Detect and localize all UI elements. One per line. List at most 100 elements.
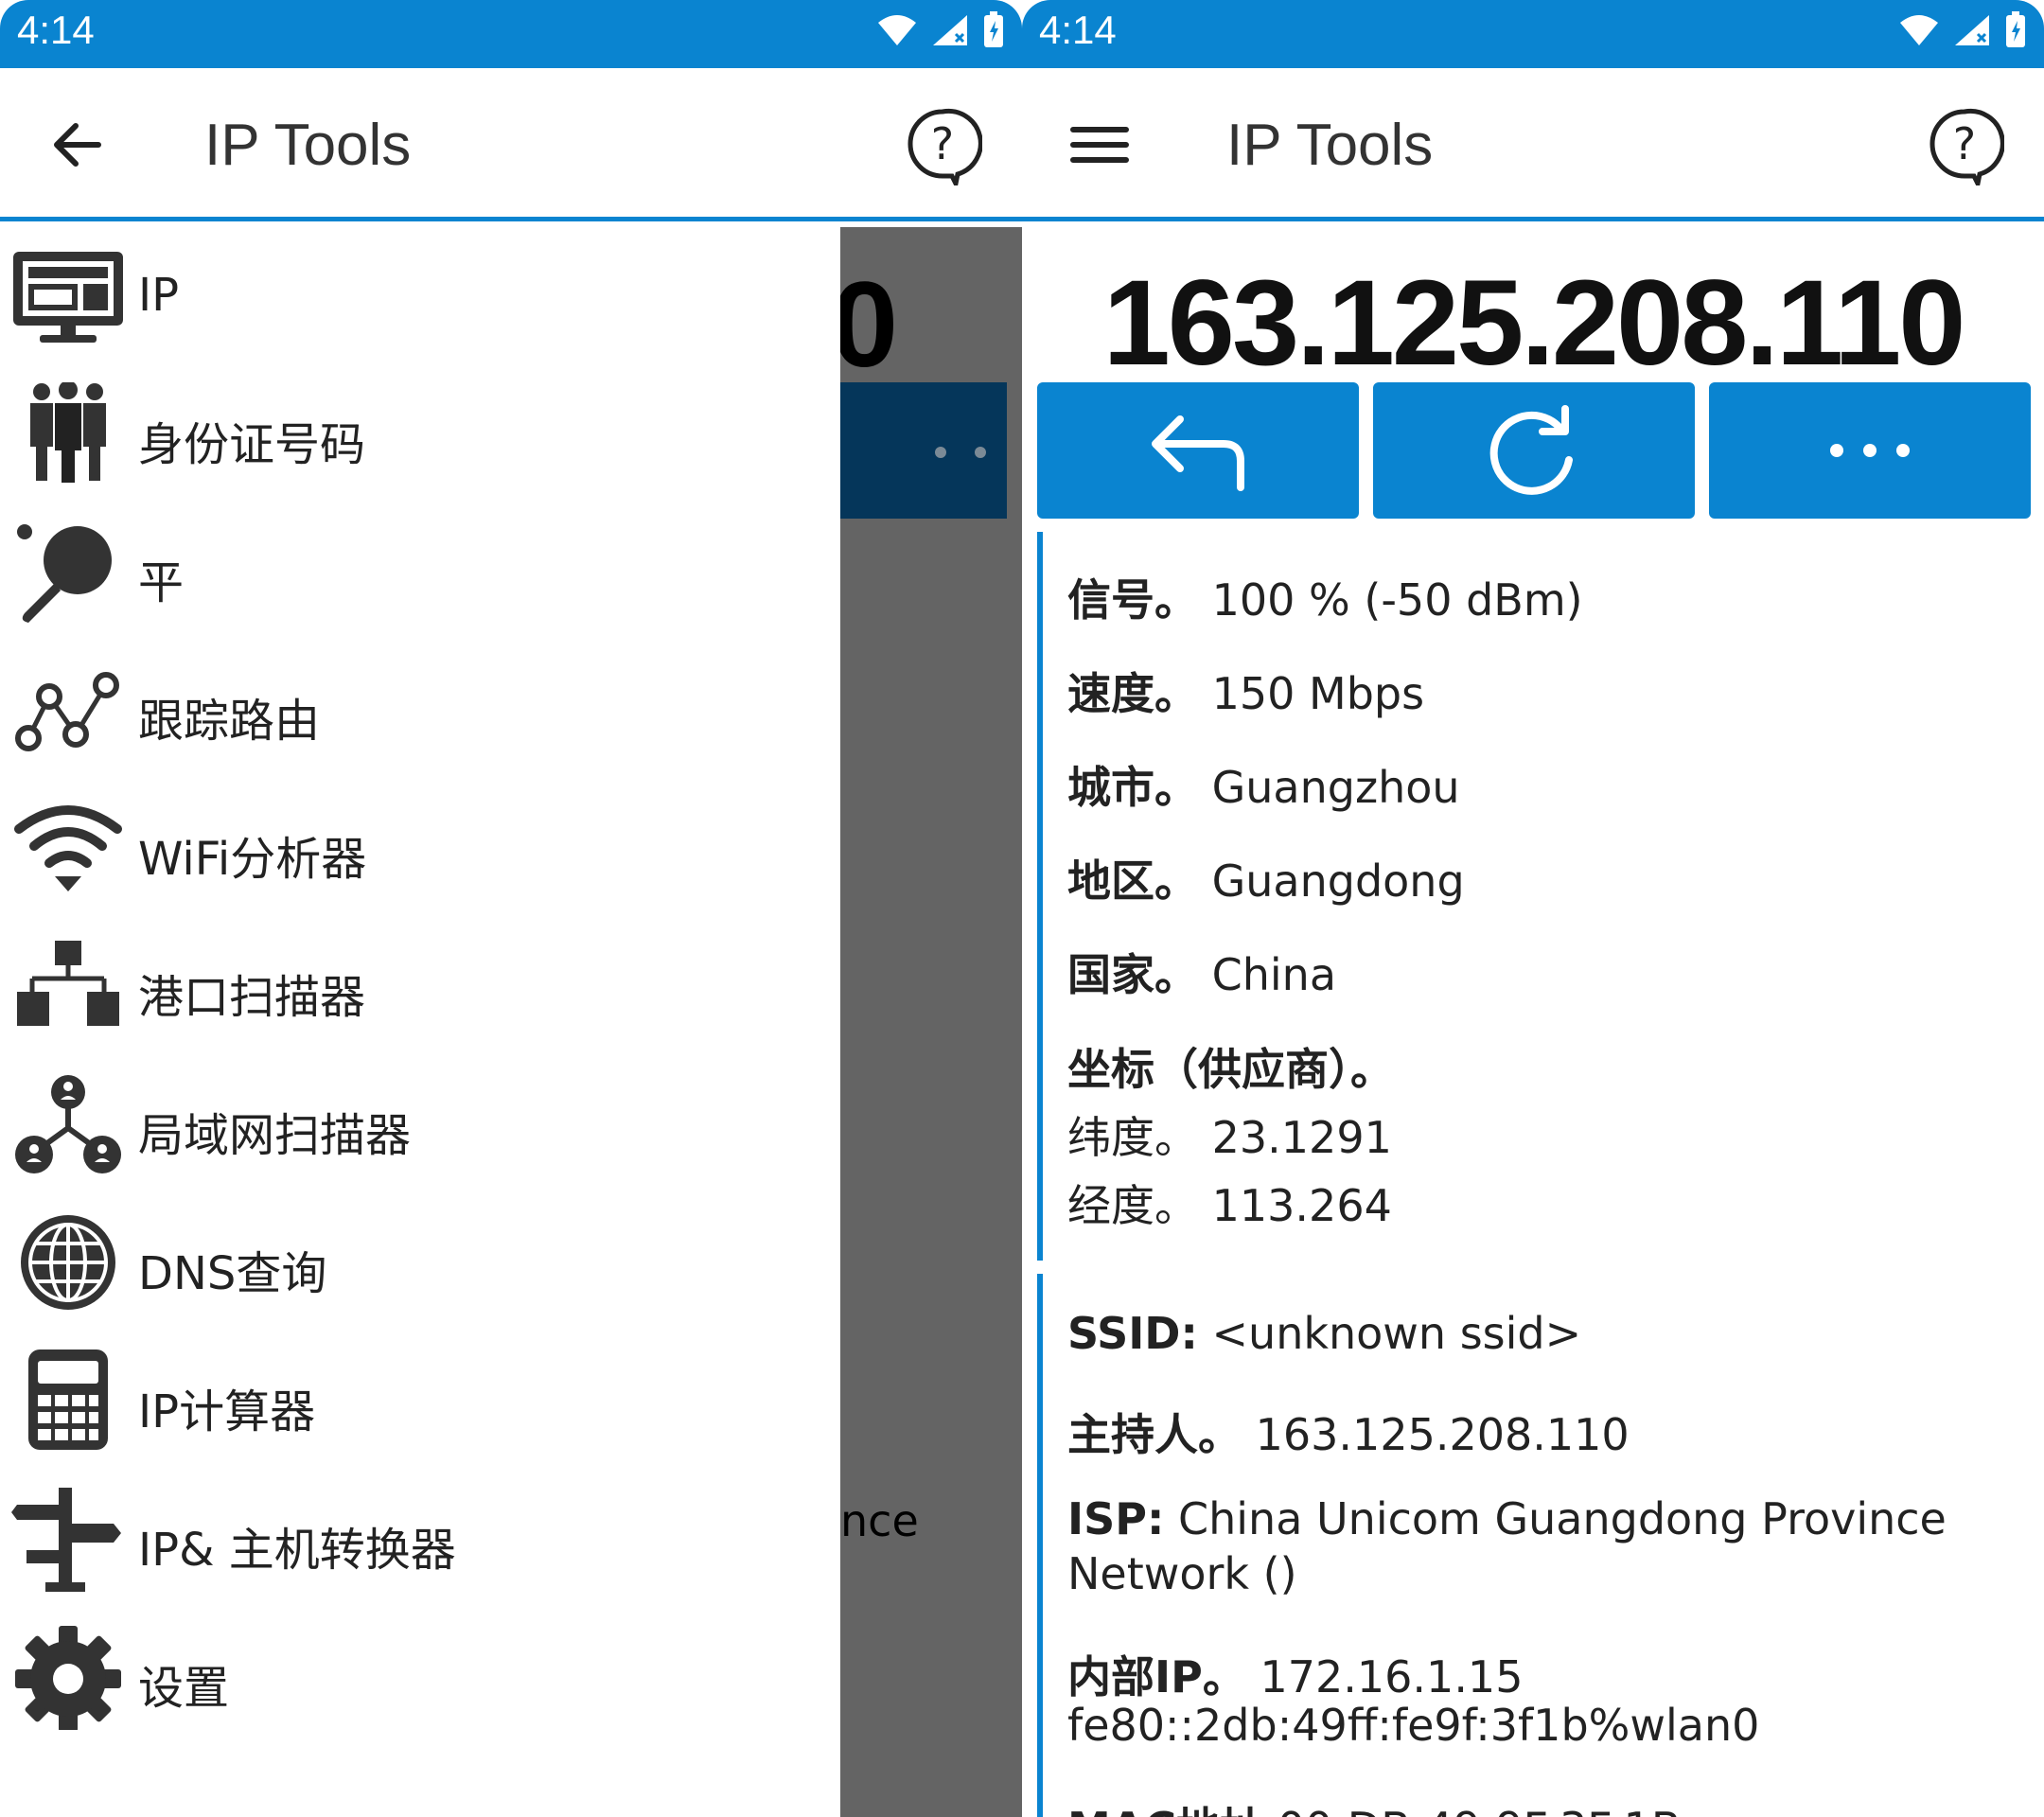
- drawer-item-ip[interactable]: IP: [0, 227, 840, 365]
- ipv6-value: fe80::2db:49ff:fe9f:3f1b%wlan0: [1067, 1700, 1760, 1751]
- refresh-button[interactable]: [1373, 382, 1695, 519]
- back-arrow-icon[interactable]: [45, 113, 110, 177]
- help-icon[interactable]: ?: [1925, 106, 2004, 185]
- location-info-card: 信号。 100 % (-50 dBm) 速度。 150 Mbps 城市。 Gua…: [1037, 532, 1583, 1261]
- action-buttons: [1037, 382, 2031, 519]
- isp-value: China Unicom Guangdong Province: [1177, 1493, 1947, 1544]
- status-icons: [876, 11, 1005, 49]
- mac-label: MAC地址: [1067, 1803, 1263, 1817]
- drawer-item-ip-calculator[interactable]: IP计算器: [0, 1332, 840, 1471]
- drawer-item-label: 港口扫描器: [138, 971, 366, 1024]
- ipv6-row: fe80::2db:49ff:fe9f:3f1b%wlan0: [1067, 1700, 1759, 1751]
- speed-label: 速度。: [1067, 668, 1198, 719]
- isp-row-cont: Network (): [1067, 1548, 1297, 1599]
- host-value: 163.125.208.110: [1255, 1409, 1630, 1460]
- drawer-item-label: 身份证号码: [138, 418, 366, 471]
- speed-row: 速度。 150 Mbps: [1067, 660, 1424, 722]
- mac-value: 00:DB:49:9F:3F:1B: [1278, 1803, 1682, 1817]
- ssid-row: SSID: <unknown ssid>: [1067, 1308, 1581, 1359]
- lan-users-icon: [15, 1075, 121, 1173]
- status-bar: 4:14: [1022, 0, 2044, 68]
- more-dot: [935, 447, 946, 458]
- wifi-signal-icon: [1900, 15, 1938, 45]
- country-label: 国家。: [1067, 949, 1198, 1000]
- country-row: 国家。 China: [1067, 941, 1336, 1003]
- ping-pong-icon: [17, 524, 112, 623]
- mac-row: MAC地址 00:DB:49:9F:3F:1B: [1067, 1794, 1681, 1817]
- back-button[interactable]: [1037, 382, 1359, 519]
- svg-text:?: ?: [1953, 118, 1976, 169]
- battery-icon: [2006, 11, 2025, 47]
- drawer-item-label: DNS查询: [138, 1247, 327, 1300]
- drawer-item-label: IP计算器: [138, 1385, 316, 1438]
- monitor-icon: [13, 252, 123, 343]
- ssid-value: <unknown ssid>: [1211, 1308, 1582, 1359]
- country-value: China: [1211, 949, 1337, 1000]
- more-button[interactable]: [1709, 382, 2031, 519]
- text-peek: nce: [840, 1495, 919, 1546]
- status-icons: [1898, 11, 2027, 49]
- speed-value: 150 Mbps: [1211, 668, 1425, 719]
- drawer-item-label: IP& 主机转换器: [138, 1524, 456, 1577]
- ssid-label: SSID:: [1067, 1308, 1198, 1359]
- globe-icon: [21, 1215, 115, 1310]
- internal-ip-label: 内部IP。: [1067, 1651, 1246, 1702]
- more-icon: [1830, 444, 1910, 457]
- internal-ip-row: 内部IP。 172.16.1.15: [1067, 1643, 1523, 1705]
- drawer-item-label: 平: [138, 556, 185, 609]
- status-time: 4:14: [1039, 8, 1117, 52]
- drawer-item-label: IP: [138, 269, 180, 322]
- drawer-item-label: WiFi分析器: [138, 833, 367, 886]
- drawer-item-ip-host-converter[interactable]: IP& 主机转换器: [0, 1471, 840, 1609]
- help-icon[interactable]: ?: [903, 106, 982, 185]
- drawer-scrim[interactable]: 0 nce: [840, 227, 1022, 1817]
- more-dot: [975, 447, 986, 458]
- host-row: 主持人。 163.125.208.110: [1067, 1401, 1630, 1463]
- right-screen: 4:14 IP Tools ? 163.125.208.110 信号。 100 …: [1022, 0, 2044, 1817]
- app-title: IP Tools: [204, 113, 412, 178]
- drawer-item-port-scanner[interactable]: 港口扫描器: [0, 918, 840, 1056]
- app-title: IP Tools: [1226, 113, 1434, 178]
- drawer-item-label: 局域网扫描器: [138, 1109, 412, 1162]
- region-label: 地区。: [1067, 856, 1198, 907]
- menu-icon[interactable]: [1067, 113, 1132, 177]
- latitude-row: 纬度。 23.1291: [1067, 1103, 1392, 1166]
- longitude-label: 经度。: [1067, 1180, 1198, 1231]
- network-info-card: SSID: <unknown ssid> 主持人。 163.125.208.11…: [1037, 1274, 1947, 1817]
- wifi-icon: [14, 805, 122, 891]
- longitude-row: 经度。 113.264: [1067, 1172, 1392, 1234]
- people-icon: [30, 382, 106, 483]
- host-label: 主持人。: [1067, 1409, 1242, 1460]
- wifi-signal-icon: [878, 15, 916, 45]
- drawer-item-wifi[interactable]: WiFi分析器: [0, 780, 840, 918]
- app-bar: IP Tools ?: [1022, 68, 2044, 221]
- isp-row: ISP: China Unicom Guangdong Province: [1067, 1493, 1947, 1544]
- svg-text:?: ?: [931, 118, 954, 169]
- drawer-item-traceroute[interactable]: 跟踪路由: [0, 642, 840, 780]
- back-arrow-icon: [1152, 415, 1244, 491]
- status-bar: 4:14: [0, 0, 1022, 68]
- drawer-item-id[interactable]: 身份证号码: [0, 365, 840, 503]
- city-value: Guangzhou: [1211, 762, 1460, 813]
- gear-icon: [15, 1626, 121, 1730]
- longitude-value: 113.264: [1211, 1180, 1392, 1231]
- region-value: Guangdong: [1211, 856, 1465, 907]
- traceroute-icon: [15, 672, 119, 751]
- drawer-item-dns[interactable]: DNS查询: [0, 1194, 840, 1332]
- signpost-icon: [11, 1488, 121, 1592]
- city-row: 城市。 Guangzhou: [1067, 753, 1460, 816]
- city-label: 城市。: [1067, 762, 1198, 813]
- isp-value-cont: Network (): [1067, 1548, 1297, 1599]
- left-screen: 4:14 IP Tools ? 0 nce IP 身份证号码 平 跟踪路由 Wi…: [0, 0, 1022, 1817]
- ip-peek: 0: [840, 257, 899, 393]
- drawer-item-settings[interactable]: 设置: [0, 1609, 840, 1747]
- drawer-item-lan-scanner[interactable]: 局域网扫描器: [0, 1056, 840, 1194]
- drawer-item-label: 设置: [138, 1662, 230, 1715]
- ip-address: 163.125.208.110: [1102, 256, 1966, 391]
- calculator-icon: [28, 1350, 108, 1450]
- cell-signal-icon: [1955, 15, 1989, 45]
- drawer-item-ping[interactable]: 平: [0, 503, 840, 642]
- region-row: 地区。 Guangdong: [1067, 847, 1465, 909]
- signal-label: 信号。: [1067, 574, 1198, 626]
- cell-signal-icon: [933, 15, 967, 45]
